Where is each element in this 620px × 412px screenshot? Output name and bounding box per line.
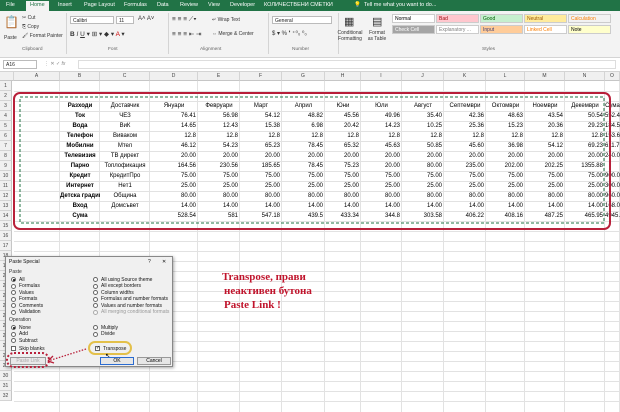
annotation-line-2: неактивен бутона xyxy=(224,285,312,297)
annotation-text: Transpose, прави неактивен бутона Paste … xyxy=(222,270,312,312)
annotation-arrow xyxy=(47,348,87,364)
arrow-line xyxy=(47,348,87,362)
annotation-line-3: Paste Link ! xyxy=(224,299,281,311)
annotation-line-1: Transpose, прави xyxy=(222,271,306,283)
